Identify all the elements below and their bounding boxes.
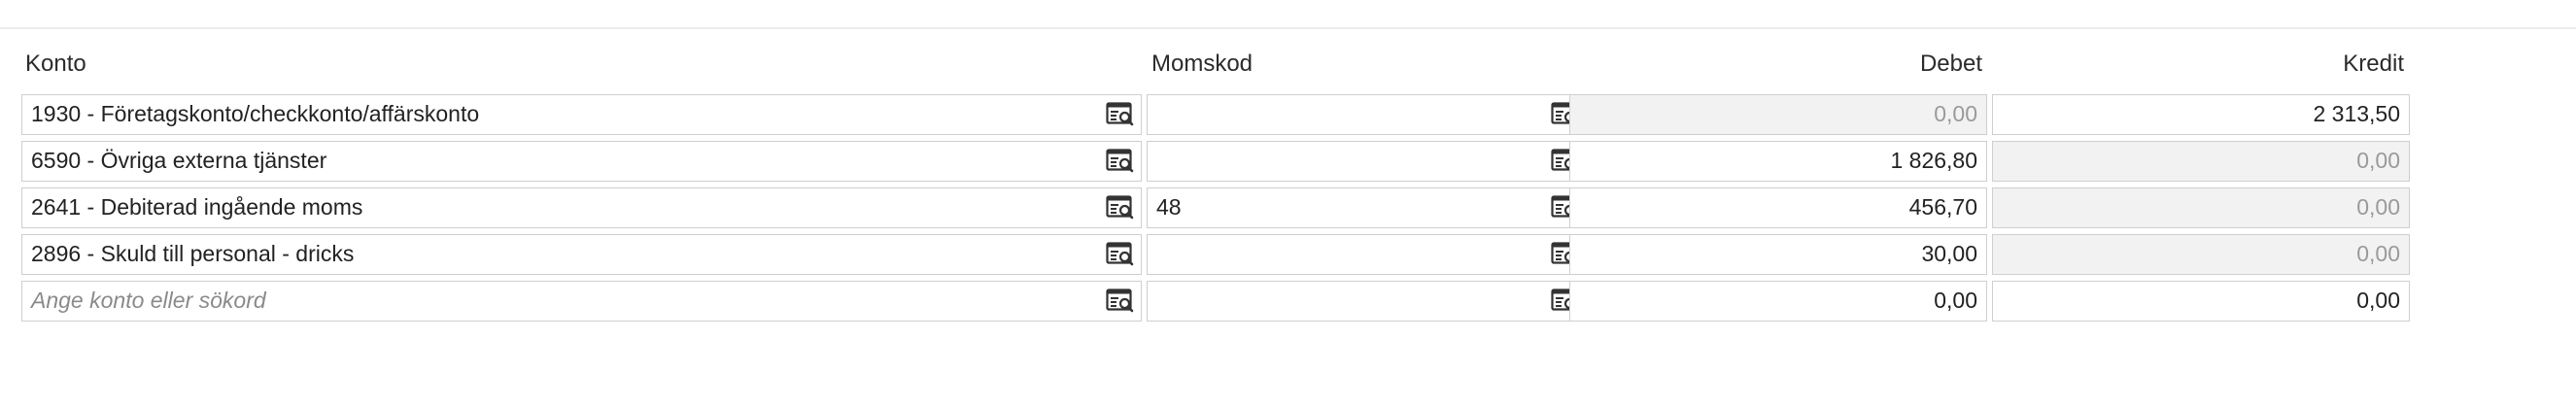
credit-field: 0,00: [1992, 141, 2410, 182]
debit-field[interactable]: 0,00: [1569, 281, 1987, 322]
vat-code-field[interactable]: 48: [1147, 187, 1587, 228]
credit-field: 0,00: [1992, 234, 2410, 275]
list-search-icon[interactable]: [1106, 195, 1135, 220]
vat-code-field[interactable]: [1147, 94, 1587, 135]
account-value: 2641 - Debiterad ingående moms: [31, 194, 363, 220]
debit-field[interactable]: 456,70: [1569, 187, 1987, 228]
account-value: 2896 - Skuld till personal - dricks: [31, 241, 355, 266]
vat-code-field[interactable]: [1147, 234, 1587, 275]
column-header-debit: Debet: [1919, 51, 1982, 77]
debit-field[interactable]: 1 826,80: [1569, 141, 1987, 182]
debit-field: 0,00: [1569, 94, 1987, 135]
list-search-icon[interactable]: [1106, 242, 1135, 267]
vat-code-field[interactable]: [1147, 141, 1587, 182]
account-field[interactable]: 2896 - Skuld till personal - dricks: [21, 234, 1142, 275]
column-header-vat-code: Momskod: [1151, 51, 1254, 77]
vat-code-value: 48: [1156, 194, 1182, 220]
list-search-icon[interactable]: [1106, 102, 1135, 127]
credit-field[interactable]: 2 313,50: [1992, 94, 2410, 135]
account-field[interactable]: 6590 - Övriga externa tjänster: [21, 141, 1142, 182]
account-field[interactable]: 2641 - Debiterad ingående moms: [21, 187, 1142, 228]
list-search-icon[interactable]: [1106, 288, 1135, 314]
column-header-credit: Kredit: [2343, 51, 2404, 77]
account-placeholder: Ange konto eller sökord: [31, 288, 266, 313]
account-field[interactable]: 1930 - Företagskonto/checkkonto/affärsko…: [21, 94, 1142, 135]
list-search-icon[interactable]: [1106, 149, 1135, 174]
column-header-account: Konto: [25, 51, 86, 77]
top-divider: [0, 27, 2576, 29]
vat-code-field[interactable]: [1147, 281, 1587, 322]
credit-field[interactable]: 0,00: [1992, 281, 2410, 322]
debit-field[interactable]: 30,00: [1569, 234, 1987, 275]
account-value: 1930 - Företagskonto/checkkonto/affärsko…: [31, 101, 480, 126]
account-value: 6590 - Övriga externa tjänster: [31, 148, 327, 173]
account-search-input[interactable]: Ange konto eller sökord: [21, 281, 1142, 322]
credit-field: 0,00: [1992, 187, 2410, 228]
